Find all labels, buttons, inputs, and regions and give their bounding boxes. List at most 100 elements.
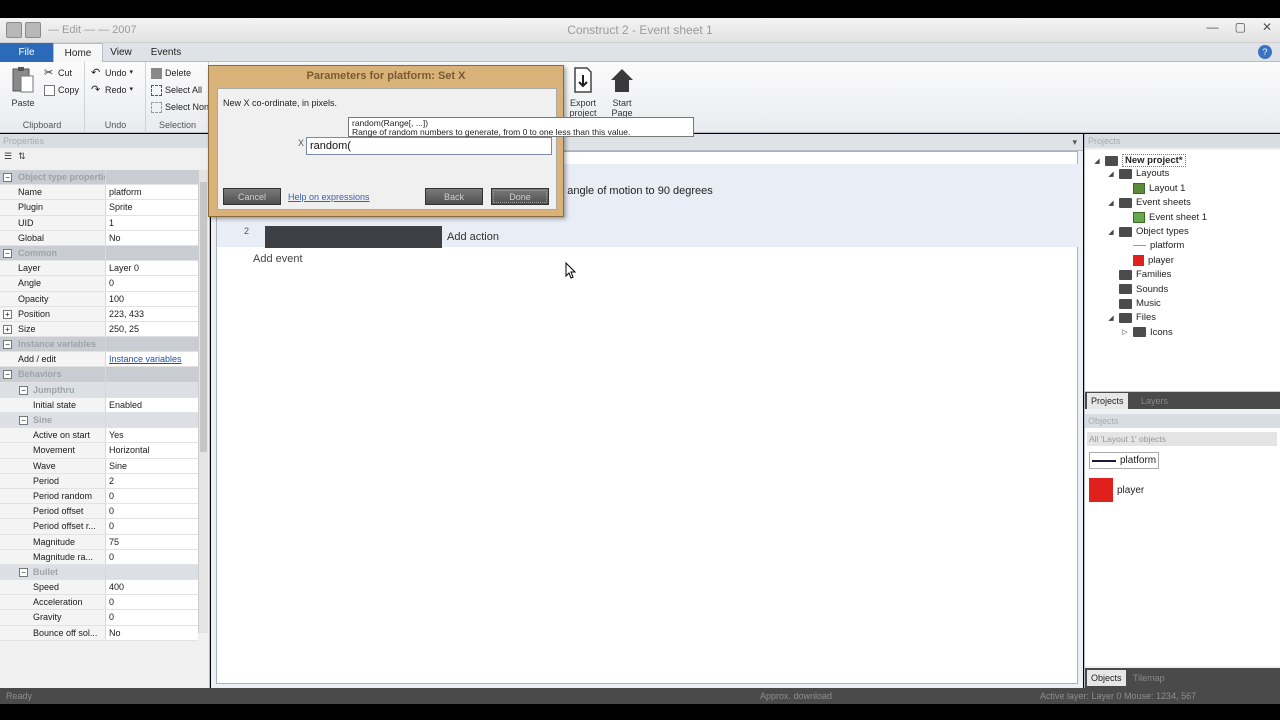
tree-node[interactable]: platform (1121, 240, 1184, 251)
scrollbar-thumb[interactable] (200, 182, 207, 452)
tree-node[interactable]: Sounds (1107, 284, 1168, 295)
add-action-link[interactable]: Add action (447, 231, 499, 243)
property-value[interactable]: 0 (106, 549, 198, 564)
property-category[interactable]: Sine − (0, 413, 198, 429)
tree-node[interactable]: ◢ Event sheets (1107, 197, 1191, 208)
property-category[interactable]: Common − (0, 245, 198, 262)
object-item-platform[interactable]: platform (1089, 452, 1160, 469)
property-row[interactable]: Period 2 (0, 473, 198, 489)
property-row[interactable]: Initial state Enabled (0, 397, 198, 413)
tree-node[interactable]: ◢ Layouts (1107, 168, 1169, 179)
property-value[interactable]: 0 (106, 519, 198, 534)
object-item-player[interactable]: player (1089, 478, 1144, 502)
property-value[interactable]: 223, 433 (106, 306, 198, 321)
tree-node[interactable]: ▷ Icons (1121, 327, 1172, 338)
copy-button[interactable]: Copy (44, 82, 79, 98)
tab-tilemap[interactable]: Tilemap (1129, 670, 1169, 686)
property-value[interactable]: 75 (106, 534, 198, 549)
properties-scrollbar[interactable] (198, 170, 208, 633)
add-event-link[interactable]: Add event (253, 253, 303, 265)
property-row[interactable]: Speed 400 (0, 580, 198, 596)
event-sheet[interactable]: et angle of motion to 90 degrees 2 Add a… (216, 151, 1079, 684)
tree-node[interactable]: Families (1107, 269, 1171, 280)
property-row[interactable]: Layer Layer 0 (0, 261, 198, 277)
categorized-icon[interactable]: ☰ (4, 151, 12, 162)
tab-view[interactable]: View (103, 43, 139, 62)
property-value[interactable]: No (106, 625, 198, 640)
tab-projects[interactable]: Projects (1087, 393, 1128, 409)
property-value[interactable]: Sprite (106, 200, 198, 215)
property-row[interactable]: Position 223, 433 + (0, 306, 198, 322)
property-row[interactable]: Active on start Yes (0, 428, 198, 444)
tree-node[interactable]: Layout 1 (1121, 182, 1185, 194)
property-category[interactable]: Bullet − (0, 564, 198, 581)
expand-icon[interactable]: + (3, 324, 12, 334)
property-value[interactable]: 0 (106, 595, 198, 610)
property-value[interactable]: 0 (106, 504, 198, 519)
tab-objects[interactable]: Objects (1087, 670, 1126, 686)
select-all-button[interactable]: Select All (151, 82, 202, 98)
property-value[interactable]: Horizontal (106, 443, 198, 458)
sort-az-icon[interactable]: ⇅ (18, 151, 26, 162)
help-on-expressions-link[interactable]: Help on expressions (288, 192, 370, 202)
property-category[interactable]: Object type properties − (0, 170, 198, 186)
chevron-down-icon[interactable]: ▾ (1072, 137, 1077, 148)
redo-button[interactable]: ↷ Redo ▾ (91, 82, 133, 98)
property-value[interactable]: 400 (106, 580, 198, 595)
start-page-button[interactable]: Start Page (603, 66, 641, 118)
tree-node[interactable]: Event sheet 1 (1121, 211, 1207, 223)
property-value[interactable]: Layer 0 (106, 261, 198, 276)
minimize-button[interactable]: — (1207, 20, 1219, 34)
collapse-icon[interactable]: − (19, 385, 28, 395)
expand-arrow-icon[interactable]: ◢ (1107, 228, 1115, 236)
paste-button[interactable]: Paste (3, 66, 43, 108)
tab-file[interactable]: File (0, 43, 53, 62)
property-row[interactable]: Movement Horizontal (0, 443, 198, 459)
delete-button[interactable]: Delete (151, 65, 191, 81)
collapse-icon[interactable]: − (19, 416, 28, 425)
tree-node[interactable]: player (1121, 254, 1174, 266)
property-row[interactable]: Add / edit Instance variables (0, 352, 198, 368)
done-button[interactable]: Done (491, 188, 549, 205)
property-row[interactable]: Period offset r... 0 (0, 519, 198, 535)
property-row[interactable]: Name platform (0, 185, 198, 201)
property-row[interactable]: Magnitude ra... 0 (0, 549, 198, 565)
property-value[interactable]: Sine (106, 458, 198, 473)
property-row[interactable]: Bounce off sol... No (0, 625, 198, 641)
expand-arrow-icon[interactable]: ◢ (1107, 170, 1115, 178)
property-value[interactable]: Enabled (106, 397, 198, 412)
expand-arrow-icon[interactable]: ◢ (1093, 157, 1101, 165)
property-row[interactable]: Global No (0, 230, 198, 246)
property-row[interactable]: Angle 0 (0, 276, 198, 292)
property-row[interactable]: Plugin Sprite (0, 200, 198, 216)
collapse-icon[interactable]: − (3, 173, 12, 182)
action-text[interactable]: et angle of motion to 90 degrees (555, 185, 713, 197)
tab-events[interactable]: Events (144, 43, 188, 62)
objects-filter[interactable]: All 'Layout 1' objects (1087, 432, 1277, 446)
property-row[interactable]: Period random 0 (0, 488, 198, 505)
select-none-button[interactable]: Select Non (151, 99, 209, 115)
maximize-button[interactable]: ▢ (1235, 20, 1246, 34)
undo-button[interactable]: ↶ Undo ▾ (91, 65, 133, 81)
tab-home[interactable]: Home (53, 43, 103, 63)
help-button[interactable]: ? (1258, 45, 1272, 59)
collapse-icon[interactable]: − (19, 567, 28, 577)
expand-arrow-icon[interactable]: ◢ (1107, 314, 1115, 322)
tree-node[interactable]: ◢ Files (1107, 312, 1156, 323)
property-row[interactable]: Gravity 0 (0, 610, 198, 626)
property-row[interactable]: UID 1 (0, 215, 198, 231)
property-value[interactable]: Yes (106, 428, 198, 443)
property-row[interactable]: Size 250, 25 + (0, 321, 198, 338)
property-value[interactable]: 0 (106, 488, 198, 504)
property-row[interactable]: Wave Sine (0, 458, 198, 474)
property-row[interactable]: Period offset 0 (0, 504, 198, 520)
property-value[interactable]: 100 (106, 291, 198, 306)
property-category[interactable]: Instance variables − (0, 337, 198, 353)
collapse-icon[interactable]: − (3, 370, 12, 380)
tree-node[interactable]: ◢ Object types (1107, 226, 1189, 237)
cancel-button[interactable]: Cancel (223, 188, 281, 205)
back-button[interactable]: Back (425, 188, 483, 205)
property-value[interactable]: 1 (106, 215, 198, 230)
x-expression-input[interactable] (306, 137, 552, 155)
property-value[interactable]: 250, 25 (106, 321, 198, 337)
